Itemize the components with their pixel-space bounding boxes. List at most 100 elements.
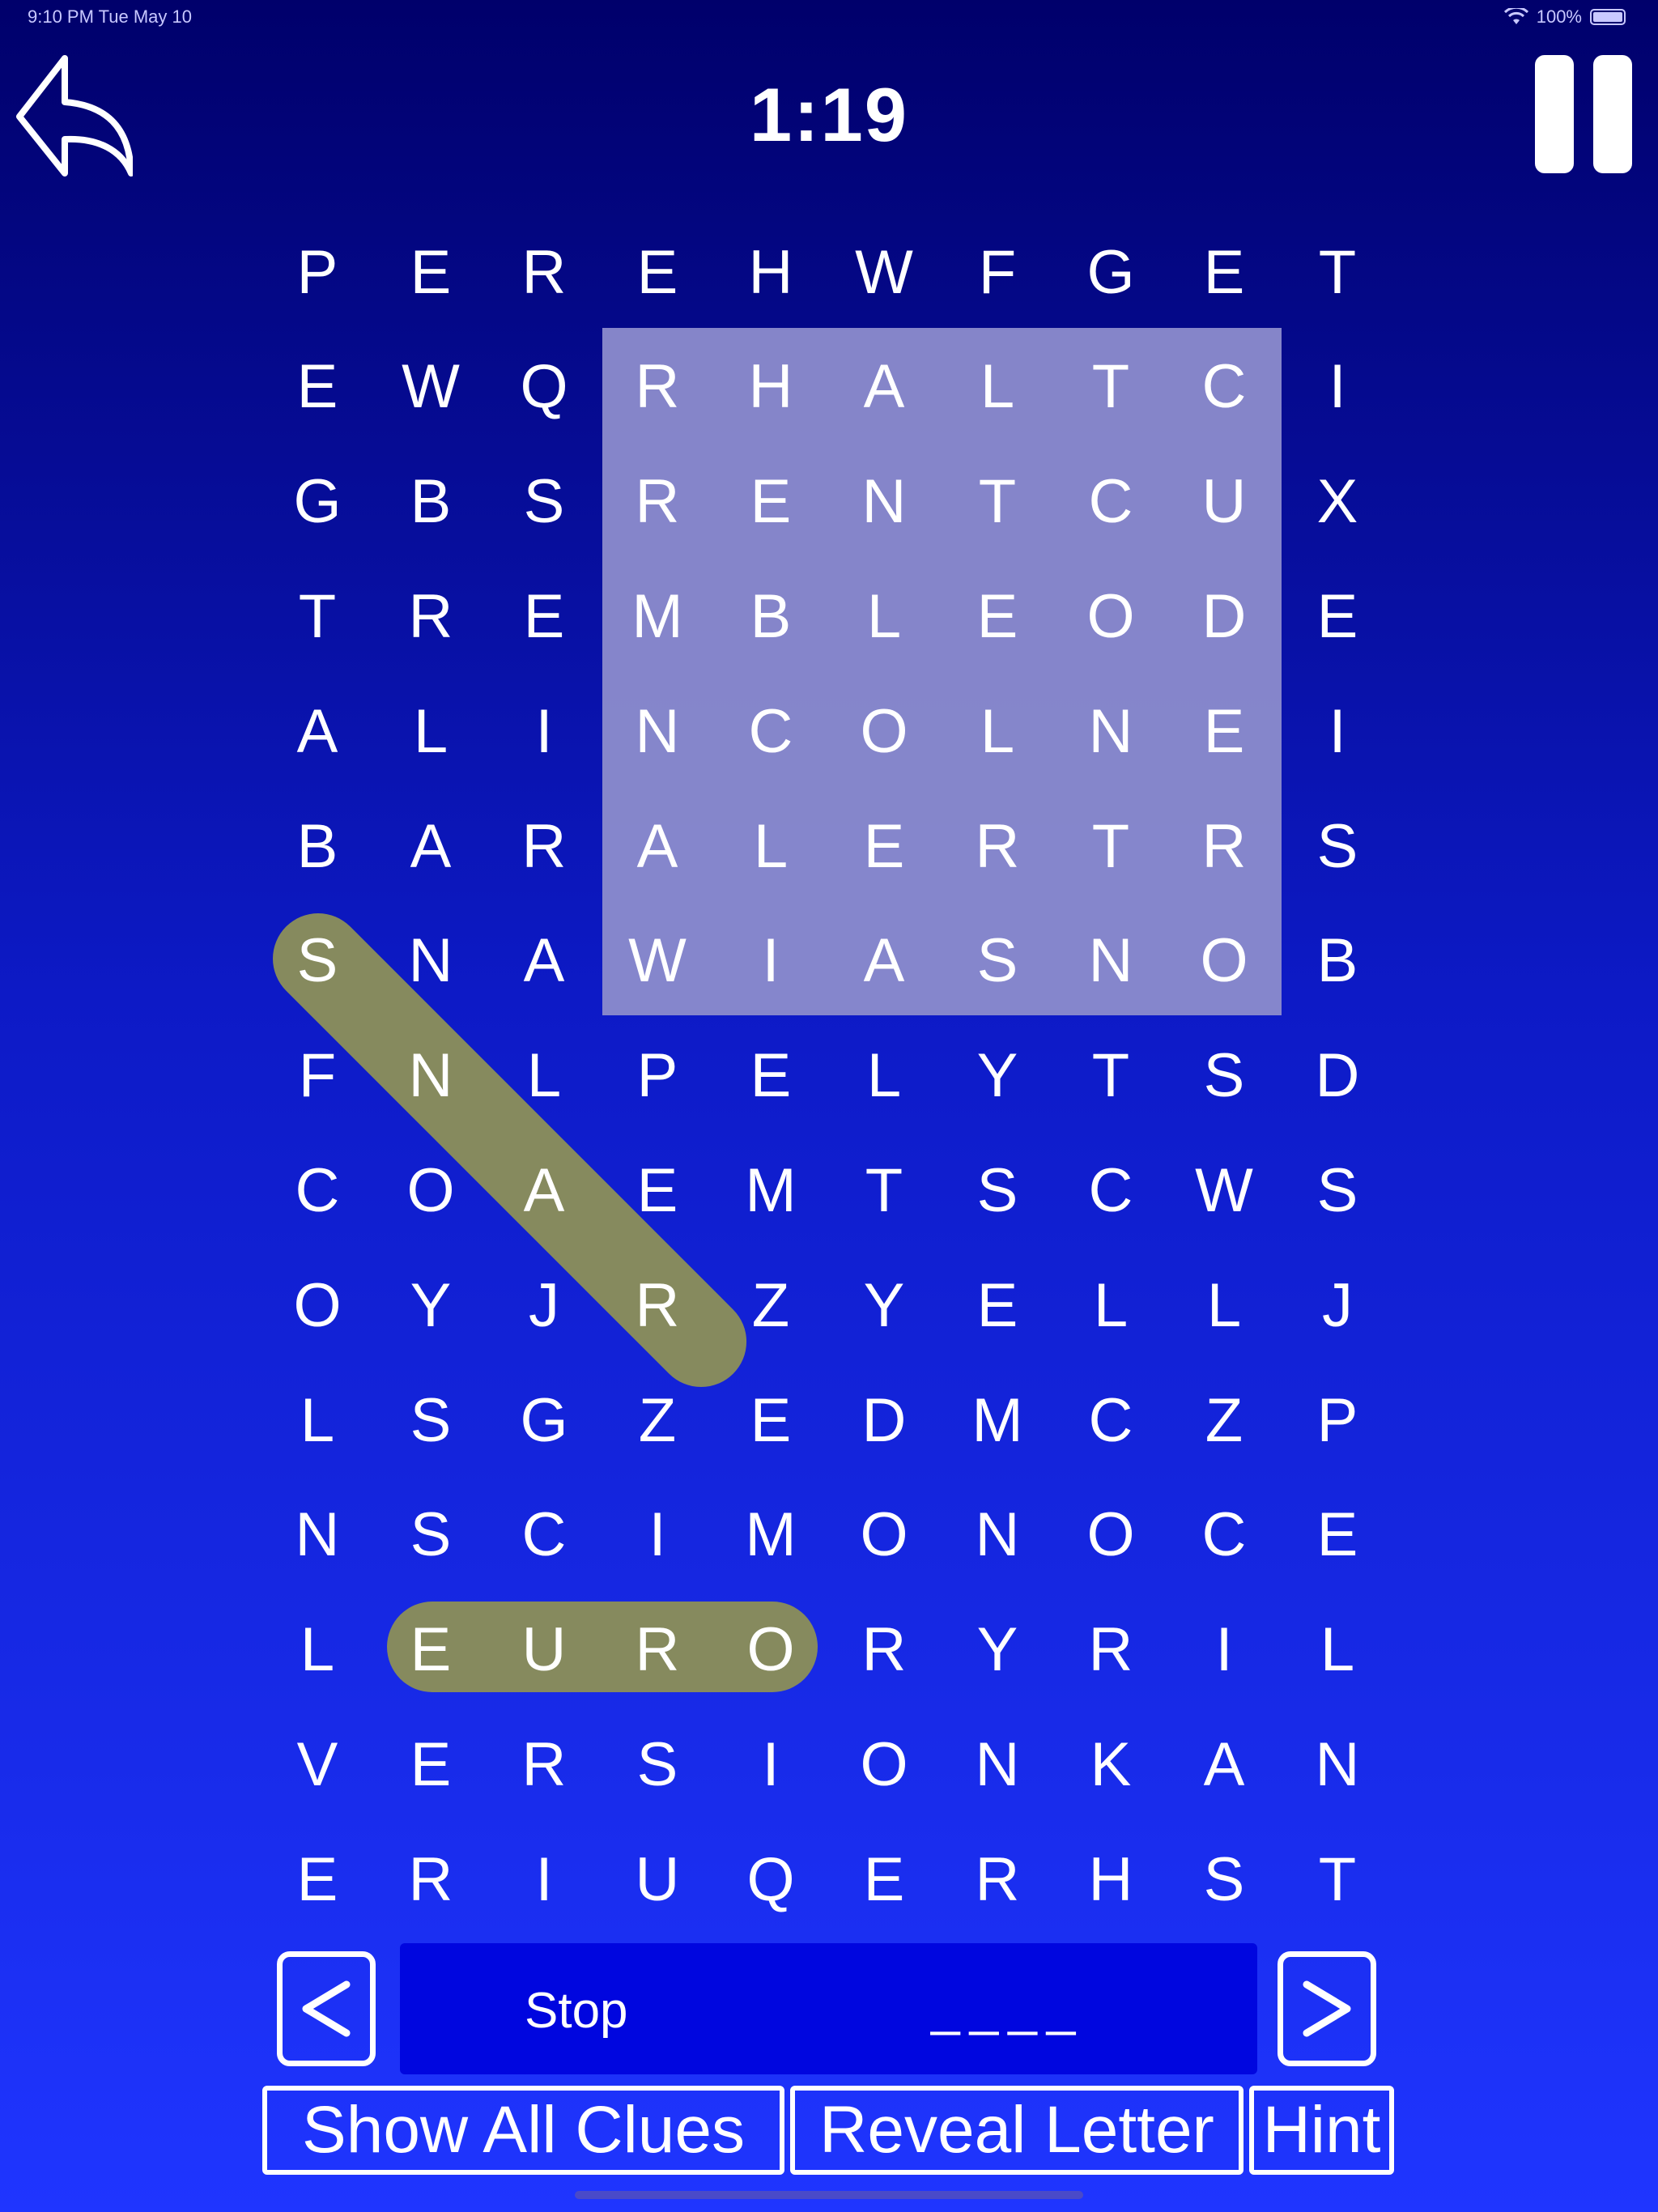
grid-cell[interactable]: D <box>1167 559 1281 674</box>
grid-cell[interactable]: Z <box>714 1248 827 1363</box>
grid-cell[interactable]: Y <box>827 1248 941 1363</box>
grid-cell[interactable]: C <box>1054 445 1167 559</box>
grid-cell[interactable]: G <box>1054 215 1167 330</box>
grid-cell[interactable]: R <box>827 1593 941 1708</box>
grid-cell[interactable]: U <box>487 1593 601 1708</box>
grid-cell[interactable]: Q <box>487 330 601 445</box>
grid-cell[interactable]: G <box>487 1363 601 1478</box>
grid-cell[interactable]: R <box>1167 789 1281 904</box>
grid-cell[interactable]: O <box>374 1133 487 1248</box>
grid-cell[interactable]: I <box>714 1707 827 1822</box>
grid-cell[interactable]: E <box>941 1248 1054 1363</box>
grid-cell[interactable]: E <box>1167 215 1281 330</box>
grid-cell[interactable]: E <box>714 1019 827 1134</box>
grid-cell[interactable]: Y <box>941 1019 1054 1134</box>
grid-cell[interactable]: I <box>1281 674 1394 789</box>
grid-cell[interactable]: E <box>827 1822 941 1937</box>
grid-cell[interactable]: I <box>1281 330 1394 445</box>
grid-cell[interactable]: C <box>487 1478 601 1593</box>
grid-cell[interactable]: E <box>714 1363 827 1478</box>
grid-cell[interactable]: L <box>261 1363 374 1478</box>
grid-cell[interactable]: O <box>1054 559 1167 674</box>
grid-cell[interactable]: E <box>941 559 1054 674</box>
grid-cell[interactable]: N <box>374 904 487 1019</box>
grid-cell[interactable]: M <box>714 1133 827 1248</box>
grid-cell[interactable]: C <box>1054 1133 1167 1248</box>
grid-cell[interactable]: R <box>487 215 601 330</box>
grid-cell[interactable]: T <box>1054 330 1167 445</box>
pause-button[interactable] <box>1535 55 1632 173</box>
grid-cell[interactable]: X <box>1281 445 1394 559</box>
grid-cell[interactable]: R <box>374 559 487 674</box>
grid-cell[interactable]: O <box>1167 904 1281 1019</box>
grid-cell[interactable]: C <box>1167 330 1281 445</box>
grid-cell[interactable]: M <box>941 1363 1054 1478</box>
grid-cell[interactable]: E <box>1281 559 1394 674</box>
grid-cell[interactable]: T <box>1281 1822 1394 1937</box>
grid-cell[interactable]: N <box>374 1019 487 1134</box>
grid-cell[interactable]: T <box>1054 1019 1167 1134</box>
grid-cell[interactable]: E <box>1167 674 1281 789</box>
grid-cell[interactable]: S <box>1281 1133 1394 1248</box>
grid-cell[interactable]: D <box>827 1363 941 1478</box>
grid-cell[interactable]: I <box>1167 1593 1281 1708</box>
grid-cell[interactable]: S <box>261 904 374 1019</box>
grid-cell[interactable]: O <box>1054 1478 1167 1593</box>
grid-cell[interactable]: I <box>487 674 601 789</box>
grid-cell[interactable]: T <box>1054 789 1167 904</box>
grid-cell[interactable]: A <box>827 904 941 1019</box>
grid-cell[interactable]: S <box>1167 1822 1281 1937</box>
grid-cell[interactable]: N <box>1054 674 1167 789</box>
grid-cell[interactable]: L <box>261 1593 374 1708</box>
grid-cell[interactable]: N <box>827 445 941 559</box>
grid-cell[interactable]: L <box>827 1019 941 1134</box>
grid-cell[interactable]: R <box>601 445 714 559</box>
grid-cell[interactable]: L <box>941 674 1054 789</box>
previous-clue-button[interactable] <box>277 1951 376 2066</box>
grid-cell[interactable]: R <box>601 330 714 445</box>
grid-cell[interactable]: R <box>487 789 601 904</box>
grid-cell[interactable]: O <box>261 1248 374 1363</box>
grid-cell[interactable]: A <box>487 904 601 1019</box>
grid-cell[interactable]: D <box>1281 1019 1394 1134</box>
grid-cell[interactable]: L <box>941 330 1054 445</box>
grid-cell[interactable]: E <box>601 1133 714 1248</box>
grid-cell[interactable]: R <box>601 1593 714 1708</box>
grid-cell[interactable]: B <box>1281 904 1394 1019</box>
grid-cell[interactable]: F <box>261 1019 374 1134</box>
grid-cell[interactable]: S <box>487 445 601 559</box>
grid-cell[interactable]: S <box>1281 789 1394 904</box>
grid-cell[interactable]: P <box>261 215 374 330</box>
grid-cell[interactable]: E <box>374 215 487 330</box>
show-all-clues-button[interactable]: Show All Clues <box>262 2086 784 2175</box>
grid-cell[interactable]: E <box>714 445 827 559</box>
grid-cell[interactable]: W <box>374 330 487 445</box>
grid-cell[interactable]: S <box>941 1133 1054 1248</box>
grid-cell[interactable]: T <box>827 1133 941 1248</box>
grid-cell[interactable]: I <box>601 1478 714 1593</box>
grid-cell[interactable]: G <box>261 445 374 559</box>
grid-cell[interactable]: A <box>261 674 374 789</box>
grid-cell[interactable]: N <box>941 1478 1054 1593</box>
grid-cell[interactable]: W <box>827 215 941 330</box>
grid-cell[interactable]: O <box>827 1707 941 1822</box>
grid-cell[interactable]: R <box>941 1822 1054 1937</box>
grid-cell[interactable]: V <box>261 1707 374 1822</box>
grid-cell[interactable]: A <box>827 330 941 445</box>
grid-cell[interactable]: R <box>1054 1593 1167 1708</box>
grid-cell[interactable]: R <box>941 789 1054 904</box>
grid-cell[interactable]: L <box>1167 1248 1281 1363</box>
grid-cell[interactable]: A <box>1167 1707 1281 1822</box>
grid-cell[interactable]: E <box>261 1822 374 1937</box>
grid-cell[interactable]: T <box>1281 215 1394 330</box>
grid-cell[interactable]: Y <box>941 1593 1054 1708</box>
grid-cell[interactable]: P <box>1281 1363 1394 1478</box>
grid-cell[interactable]: Z <box>601 1363 714 1478</box>
grid-cell[interactable]: B <box>714 559 827 674</box>
grid-cell[interactable]: N <box>1054 904 1167 1019</box>
grid-cell[interactable]: N <box>601 674 714 789</box>
grid-cell[interactable]: O <box>827 674 941 789</box>
grid-cell[interactable]: C <box>1167 1478 1281 1593</box>
grid-cell[interactable]: E <box>261 330 374 445</box>
grid-cell[interactable]: S <box>941 904 1054 1019</box>
